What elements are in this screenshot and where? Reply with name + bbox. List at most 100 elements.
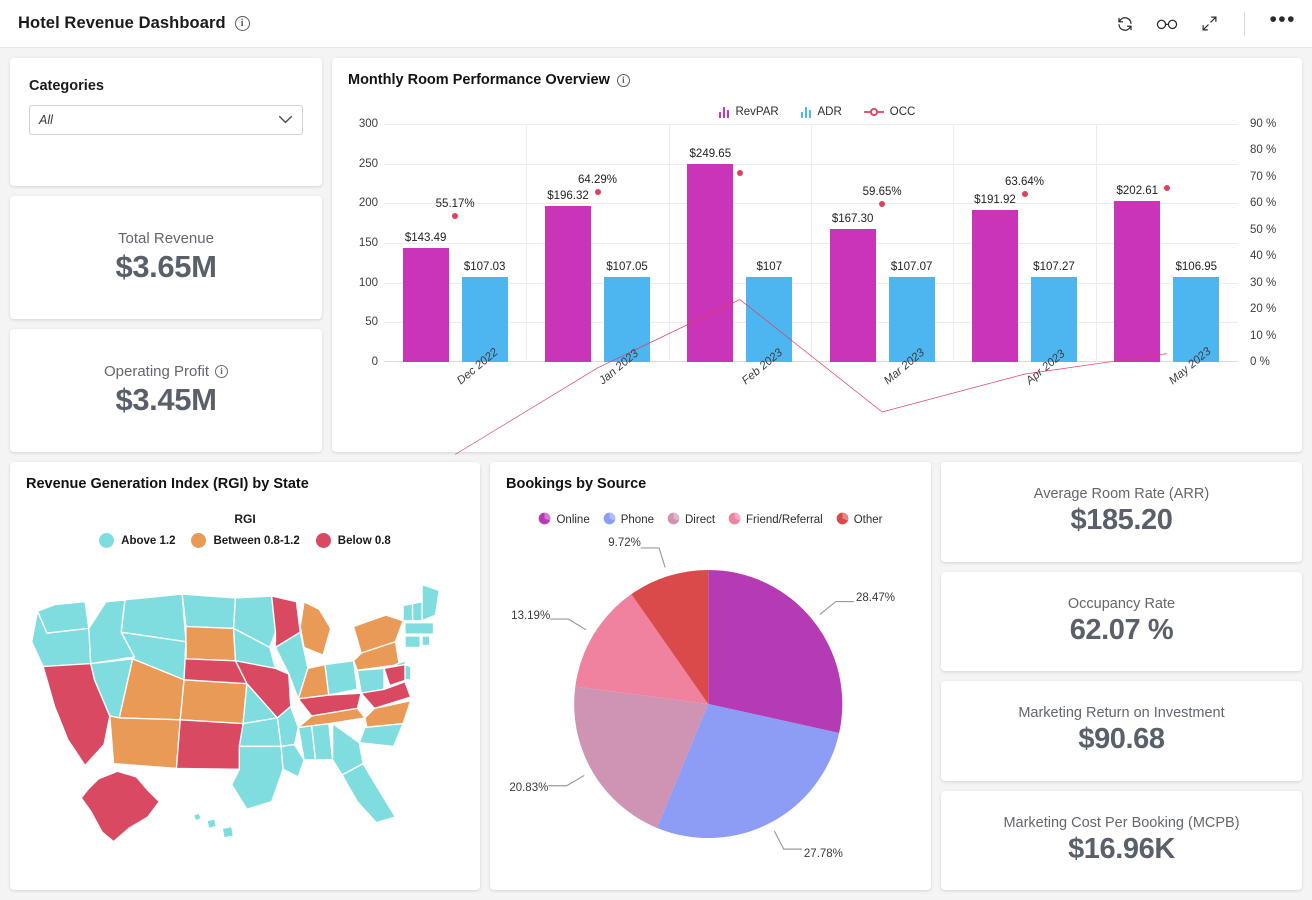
pie-data-label: 28.47% xyxy=(856,592,895,604)
legend-label: Above 1.2 xyxy=(121,535,175,547)
state-HI-2 xyxy=(207,819,217,829)
state-VT xyxy=(403,604,413,621)
pie-chart-holder[interactable]: 28.47% 27.78% 20.83% 13.19% 9.72% xyxy=(506,528,915,880)
occ-data-label: 63.64% xyxy=(1005,176,1044,188)
bar-icon xyxy=(719,107,730,118)
kpi-label-text: Operating Profit xyxy=(104,363,209,380)
y-tick: 200 xyxy=(359,197,378,209)
state-DE xyxy=(405,665,411,680)
y2-tick: 60 % xyxy=(1250,197,1276,209)
info-icon[interactable]: i xyxy=(617,74,630,87)
kpi-operating-profit[interactable]: Operating Profit i $3.45M xyxy=(10,329,322,452)
legend-swatch xyxy=(99,533,114,548)
kpi-value: $3.45M xyxy=(116,382,217,418)
legend-label: OCC xyxy=(890,106,916,118)
chart-legend: RevPAR ADR OCC xyxy=(348,106,1286,118)
pie-leader-line xyxy=(774,831,802,849)
header-actions: ••• xyxy=(1114,12,1296,36)
pie-data-label: 13.19% xyxy=(511,610,550,622)
pie-leader-line xyxy=(550,619,586,630)
kpi-label: Total Revenue xyxy=(118,230,214,247)
state-SC xyxy=(359,724,403,747)
pie-data-label: 9.72% xyxy=(608,537,641,549)
state-AK xyxy=(81,771,159,841)
state-LA xyxy=(281,745,304,777)
y-tick: 300 xyxy=(359,118,378,130)
x-tick: Jan 2023 xyxy=(526,364,668,434)
kpi-value: $3.65M xyxy=(116,249,217,285)
legend-swatch xyxy=(191,533,206,548)
y2-tick: 70 % xyxy=(1250,171,1276,183)
us-choropleth-map[interactable] xyxy=(26,552,464,880)
categories-select[interactable]: All xyxy=(29,105,303,135)
occ-data-label: 59.65% xyxy=(863,186,902,198)
occ-marker[interactable] xyxy=(737,170,743,176)
occ-marker[interactable] xyxy=(595,189,601,195)
legend-item-revpar[interactable]: RevPAR xyxy=(719,106,779,118)
occ-marker[interactable] xyxy=(879,201,885,207)
map-legend-item-between[interactable]: Between 0.8-1.2 xyxy=(191,533,299,548)
pie-leader-line xyxy=(820,602,854,615)
y-tick: 0 xyxy=(372,356,378,368)
y2-tick: 30 % xyxy=(1250,277,1276,289)
refresh-icon[interactable] xyxy=(1114,13,1136,35)
state-RI xyxy=(422,636,430,646)
y2-tick: 50 % xyxy=(1250,224,1276,236)
pie-data-label: 20.83% xyxy=(509,782,548,794)
legend-label: Between 0.8-1.2 xyxy=(213,535,299,547)
page-title-text: Hotel Revenue Dashboard xyxy=(18,14,226,33)
page-title: Hotel Revenue Dashboard i xyxy=(18,14,250,33)
y2-tick: 90 % xyxy=(1250,118,1276,130)
y-tick: 150 xyxy=(359,237,378,249)
occ-data-label: 64.29% xyxy=(578,174,617,186)
y-axis-right: 90 % 80 % 70 % 60 % 50 % 40 % 30 % 20 % … xyxy=(1244,124,1286,362)
state-NM xyxy=(176,720,243,770)
expand-icon[interactable] xyxy=(1198,13,1220,35)
occ-data-label: 55.17% xyxy=(436,198,475,210)
categories-label: Categories xyxy=(29,78,303,94)
state-TX xyxy=(232,746,283,809)
y-tick: 50 xyxy=(365,316,378,328)
info-icon[interactable]: i xyxy=(235,16,250,31)
legend-label: RevPAR xyxy=(735,106,778,118)
state-FL xyxy=(342,764,395,823)
glasses-icon[interactable] xyxy=(1156,13,1178,35)
state-AZ xyxy=(110,716,180,768)
y2-tick: 40 % xyxy=(1250,250,1276,262)
occ-marker[interactable] xyxy=(1022,191,1028,197)
y-tick: 100 xyxy=(359,277,378,289)
state-MI xyxy=(300,602,330,655)
monthly-room-performance-panel: Monthly Room Performance Overview i RevP… xyxy=(332,58,1302,452)
state-CO xyxy=(180,680,247,724)
map-legend-item-below[interactable]: Below 0.8 xyxy=(316,533,391,548)
pie-data-label: 27.78% xyxy=(804,848,843,860)
state-CT xyxy=(405,636,420,647)
state-AL xyxy=(312,724,333,760)
legend-swatch xyxy=(316,533,331,548)
more-options-icon[interactable]: ••• xyxy=(1269,16,1296,31)
legend-label: Below 0.8 xyxy=(338,535,391,547)
state-MA xyxy=(405,623,434,634)
occ-marker[interactable] xyxy=(1164,185,1170,191)
kpi-label: Operating Profit i xyxy=(104,363,228,380)
kpi-total-revenue[interactable]: Total Revenue $3.65M xyxy=(10,196,322,319)
x-axis-labels: Dec 2022Jan 2023Feb 2023Mar 2023Apr 2023… xyxy=(384,364,1238,434)
pie-chart-svg xyxy=(506,528,915,880)
y2-tick: 0 % xyxy=(1250,356,1270,368)
legend-item-adr[interactable]: ADR xyxy=(801,106,842,118)
dashboard-body: Categories All Total Revenue $3.65M xyxy=(0,48,1312,900)
state-ND xyxy=(182,594,235,628)
bar-icon xyxy=(801,107,812,118)
x-tick: Apr 2023 xyxy=(953,364,1095,434)
x-tick: May 2023 xyxy=(1096,364,1238,434)
y2-tick: 20 % xyxy=(1250,303,1276,315)
legend-item-occ[interactable]: OCC xyxy=(864,106,916,118)
chart-plot-area: 300 250 200 150 100 50 0 90 % 80 % 70 % … xyxy=(348,124,1286,444)
map-legend-item-above[interactable]: Above 1.2 xyxy=(99,533,175,548)
state-SD xyxy=(186,626,236,660)
info-icon[interactable]: i xyxy=(215,365,228,378)
state-HI-1 xyxy=(194,813,202,821)
occ-marker[interactable] xyxy=(452,213,458,219)
state-NH xyxy=(413,602,423,621)
kpi-label-text: Total Revenue xyxy=(118,230,214,247)
